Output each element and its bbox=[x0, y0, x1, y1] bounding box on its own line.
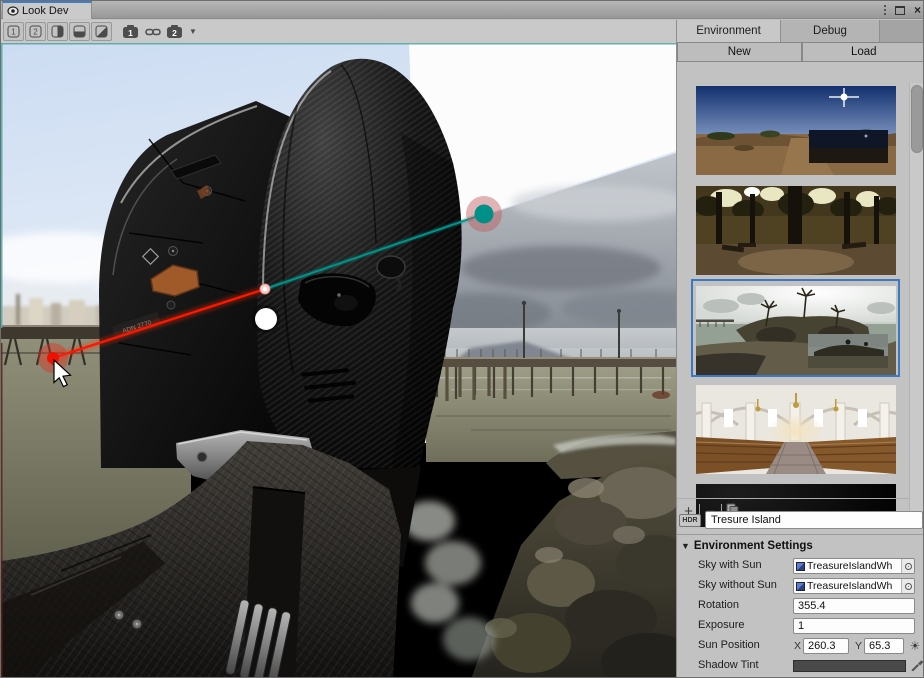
close-icon[interactable]: × bbox=[914, 4, 921, 16]
side-knob bbox=[377, 256, 405, 278]
camera-dropdown-arrow[interactable]: ▼ bbox=[186, 22, 200, 41]
camera-2-button[interactable]: 2 bbox=[164, 22, 185, 41]
hdr-badge: HDR bbox=[679, 514, 701, 527]
link-cameras-button[interactable] bbox=[142, 22, 163, 41]
lookdev-toolbar: 1 2 1 2 ▼ bbox=[1, 20, 676, 43]
sun-position-y-field[interactable]: 65.3 bbox=[864, 638, 904, 654]
new-button[interactable]: New bbox=[677, 42, 802, 62]
thumb-inset bbox=[809, 130, 888, 163]
svg-text:1: 1 bbox=[128, 28, 133, 38]
surf-foam bbox=[403, 501, 495, 661]
cubemap-icon bbox=[796, 562, 805, 571]
split-zone-button[interactable] bbox=[91, 22, 112, 41]
row-rotation: Rotation 355.4 bbox=[677, 596, 924, 616]
environment-settings-header[interactable]: ▼ Environment Settings bbox=[681, 537, 813, 554]
sky-with-sun-object-field[interactable]: TreasureIslandWh bbox=[793, 558, 915, 574]
environment-library: + − bbox=[677, 62, 924, 527]
sun-icon[interactable]: ☀ bbox=[907, 638, 923, 654]
view-border-top bbox=[1, 43, 676, 45]
svg-text:2: 2 bbox=[33, 28, 38, 37]
library-scrollbar[interactable] bbox=[909, 83, 924, 527]
view-border-left-bottom bbox=[1, 343, 3, 678]
link-icon bbox=[145, 26, 161, 38]
sun-position-x-field[interactable]: 260.3 bbox=[803, 638, 849, 654]
svg-text:1: 1 bbox=[11, 28, 16, 37]
exposure-field[interactable]: 1 bbox=[793, 618, 915, 634]
tab-debug[interactable]: Debug bbox=[781, 20, 880, 42]
object-picker-icon[interactable] bbox=[901, 559, 914, 573]
selected-thumbnail-border bbox=[691, 279, 900, 377]
row-sky-without-sun: Sky without Sun TreasureIslandWh bbox=[677, 576, 924, 596]
camera-1-button[interactable]: 1 bbox=[120, 22, 141, 41]
environment-name-field[interactable]: Tresure Island bbox=[705, 511, 923, 529]
row-exposure: Exposure 1 bbox=[677, 616, 924, 636]
tab-look-dev[interactable]: Look Dev bbox=[2, 1, 92, 19]
sun-handle[interactable] bbox=[475, 205, 494, 224]
viewport-render[interactable]: ADN 2770 bbox=[1, 43, 676, 678]
foldout-arrow-icon: ▼ bbox=[681, 541, 690, 551]
split-horizontal-button[interactable] bbox=[69, 22, 90, 41]
object-picker-icon[interactable] bbox=[901, 579, 914, 593]
maximize-icon[interactable] bbox=[895, 6, 905, 15]
x-axis-label: X bbox=[794, 640, 801, 652]
cubemap-icon bbox=[796, 582, 805, 591]
rocky-shore bbox=[403, 431, 676, 678]
panel-tabs: Environment Debug bbox=[677, 20, 924, 42]
env-thumbnail-meadow[interactable] bbox=[696, 86, 896, 175]
window-title: Look Dev bbox=[22, 5, 68, 17]
row-sun-position: Sun Position X 260.3 Y 65.3 ☀ bbox=[677, 636, 924, 656]
env-thumbnail-forest[interactable] bbox=[696, 186, 896, 275]
scrollbar-thumb[interactable] bbox=[911, 85, 923, 153]
eyedropper-icon[interactable] bbox=[909, 658, 924, 673]
single-view-1-button[interactable]: 1 bbox=[3, 22, 24, 41]
specular-highlight bbox=[255, 308, 277, 330]
env-thumbnail-church[interactable] bbox=[696, 385, 896, 474]
single-view-2-button[interactable]: 2 bbox=[25, 22, 46, 41]
tab-environment[interactable]: Environment bbox=[677, 20, 781, 42]
environment-panel: Environment Debug New Load bbox=[676, 20, 924, 678]
lookdev-window: Look Dev × 1 2 1 2 bbox=[0, 0, 924, 678]
shadow-tint-swatch[interactable] bbox=[793, 660, 906, 672]
load-button[interactable]: Load bbox=[802, 42, 924, 62]
rotation-field[interactable]: 355.4 bbox=[793, 598, 915, 614]
sky-without-sun-object-field[interactable]: TreasureIslandWh bbox=[793, 578, 915, 594]
window-menu-icon[interactable] bbox=[884, 5, 886, 15]
y-axis-label: Y bbox=[855, 640, 862, 652]
split-vertical-button[interactable] bbox=[47, 22, 68, 41]
eye-icon bbox=[7, 6, 19, 16]
title-bar: Look Dev × bbox=[1, 1, 924, 19]
view-border-left-top bbox=[1, 43, 3, 328]
row-shadow-tint: Shadow Tint bbox=[677, 656, 924, 676]
row-sky-with-sun: Sky with Sun TreasureIslandWh bbox=[677, 556, 924, 576]
svg-text:2: 2 bbox=[172, 28, 177, 38]
